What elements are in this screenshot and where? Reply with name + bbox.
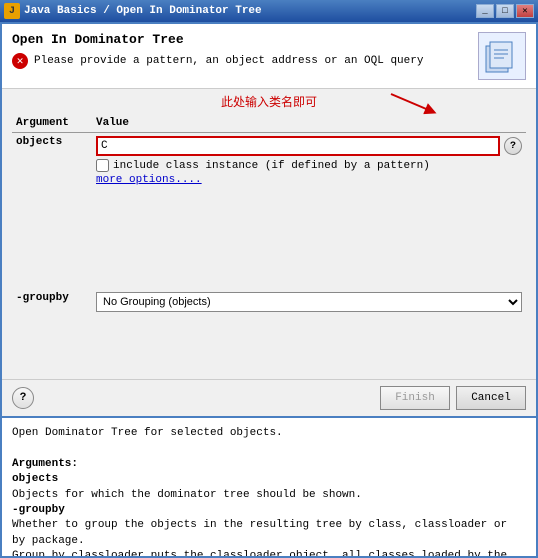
col-header-value: Value [92, 114, 526, 133]
title-bar-left: J Java Basics / Open In Dominator Tree [4, 3, 262, 19]
close-button[interactable]: ✕ [516, 4, 534, 18]
dialog-buttons: Finish Cancel [380, 386, 526, 410]
col-header-argument: Argument [12, 114, 92, 133]
description-intro: Open Dominator Tree for selected objects… [12, 426, 526, 441]
include-instance-label: include class instance (if defined by a … [113, 160, 430, 172]
spacer-row [12, 189, 526, 289]
help-button[interactable]: ? [12, 387, 34, 409]
window-title: Java Basics / Open In Dominator Tree [24, 5, 262, 17]
header-graphic [478, 32, 526, 80]
title-bar: J Java Basics / Open In Dominator Tree _… [0, 0, 538, 22]
groupby-heading: -groupby [12, 503, 526, 518]
input-row: ? [96, 136, 522, 156]
groupby-description: Whether to group the objects in the resu… [12, 518, 526, 556]
app-icon: J [4, 3, 20, 19]
include-instance-row: include class instance (if defined by a … [96, 159, 522, 172]
groupby-select[interactable]: No Grouping (objects) By Class By Classl… [96, 292, 522, 312]
dialog: Open In Dominator Tree ✕ Please provide … [0, 22, 538, 558]
objects-help-button[interactable]: ? [504, 137, 522, 155]
dialog-body: 此处输入类名即可 Argument Value [2, 89, 536, 556]
finish-button[interactable]: Finish [380, 386, 450, 410]
objects-heading: objects [12, 472, 526, 487]
groupby-value-cell: No Grouping (objects) By Class By Classl… [92, 289, 526, 315]
more-options-link[interactable]: more options.... [96, 174, 522, 186]
dialog-message: ✕ Please provide a pattern, an object ad… [12, 53, 423, 69]
cancel-button[interactable]: Cancel [456, 386, 526, 410]
groupby-label: -groupby [12, 289, 92, 315]
error-icon: ✕ [12, 53, 28, 69]
form-area: Argument Value objects ? [2, 110, 536, 379]
include-instance-checkbox[interactable] [96, 159, 109, 172]
groupby-row: -groupby No Grouping (objects) By Class … [12, 289, 526, 315]
annotation-arrow [381, 89, 441, 119]
objects-row: objects ? include class instance (if def… [12, 133, 526, 190]
dialog-title: Open In Dominator Tree [12, 32, 423, 47]
objects-input[interactable] [96, 136, 500, 156]
maximize-button[interactable]: □ [496, 4, 514, 18]
groupby-select-row: No Grouping (objects) By Class By Classl… [96, 292, 522, 312]
form-table: Argument Value objects ? [12, 114, 526, 315]
dialog-header: Open In Dominator Tree ✕ Please provide … [2, 24, 536, 89]
annotation-text: 此处输入类名即可 [221, 93, 317, 110]
description-area: Open Dominator Tree for selected objects… [2, 416, 536, 556]
button-bar: ? Finish Cancel [2, 379, 536, 416]
annotation-area: 此处输入类名即可 [2, 89, 536, 110]
objects-description: Objects for which the dominator tree sho… [12, 488, 526, 503]
window-controls: _ □ ✕ [476, 4, 534, 18]
minimize-button[interactable]: _ [476, 4, 494, 18]
objects-value-cell: ? include class instance (if defined by … [92, 133, 526, 190]
objects-label: objects [12, 133, 92, 190]
arguments-heading: Arguments: [12, 457, 526, 472]
